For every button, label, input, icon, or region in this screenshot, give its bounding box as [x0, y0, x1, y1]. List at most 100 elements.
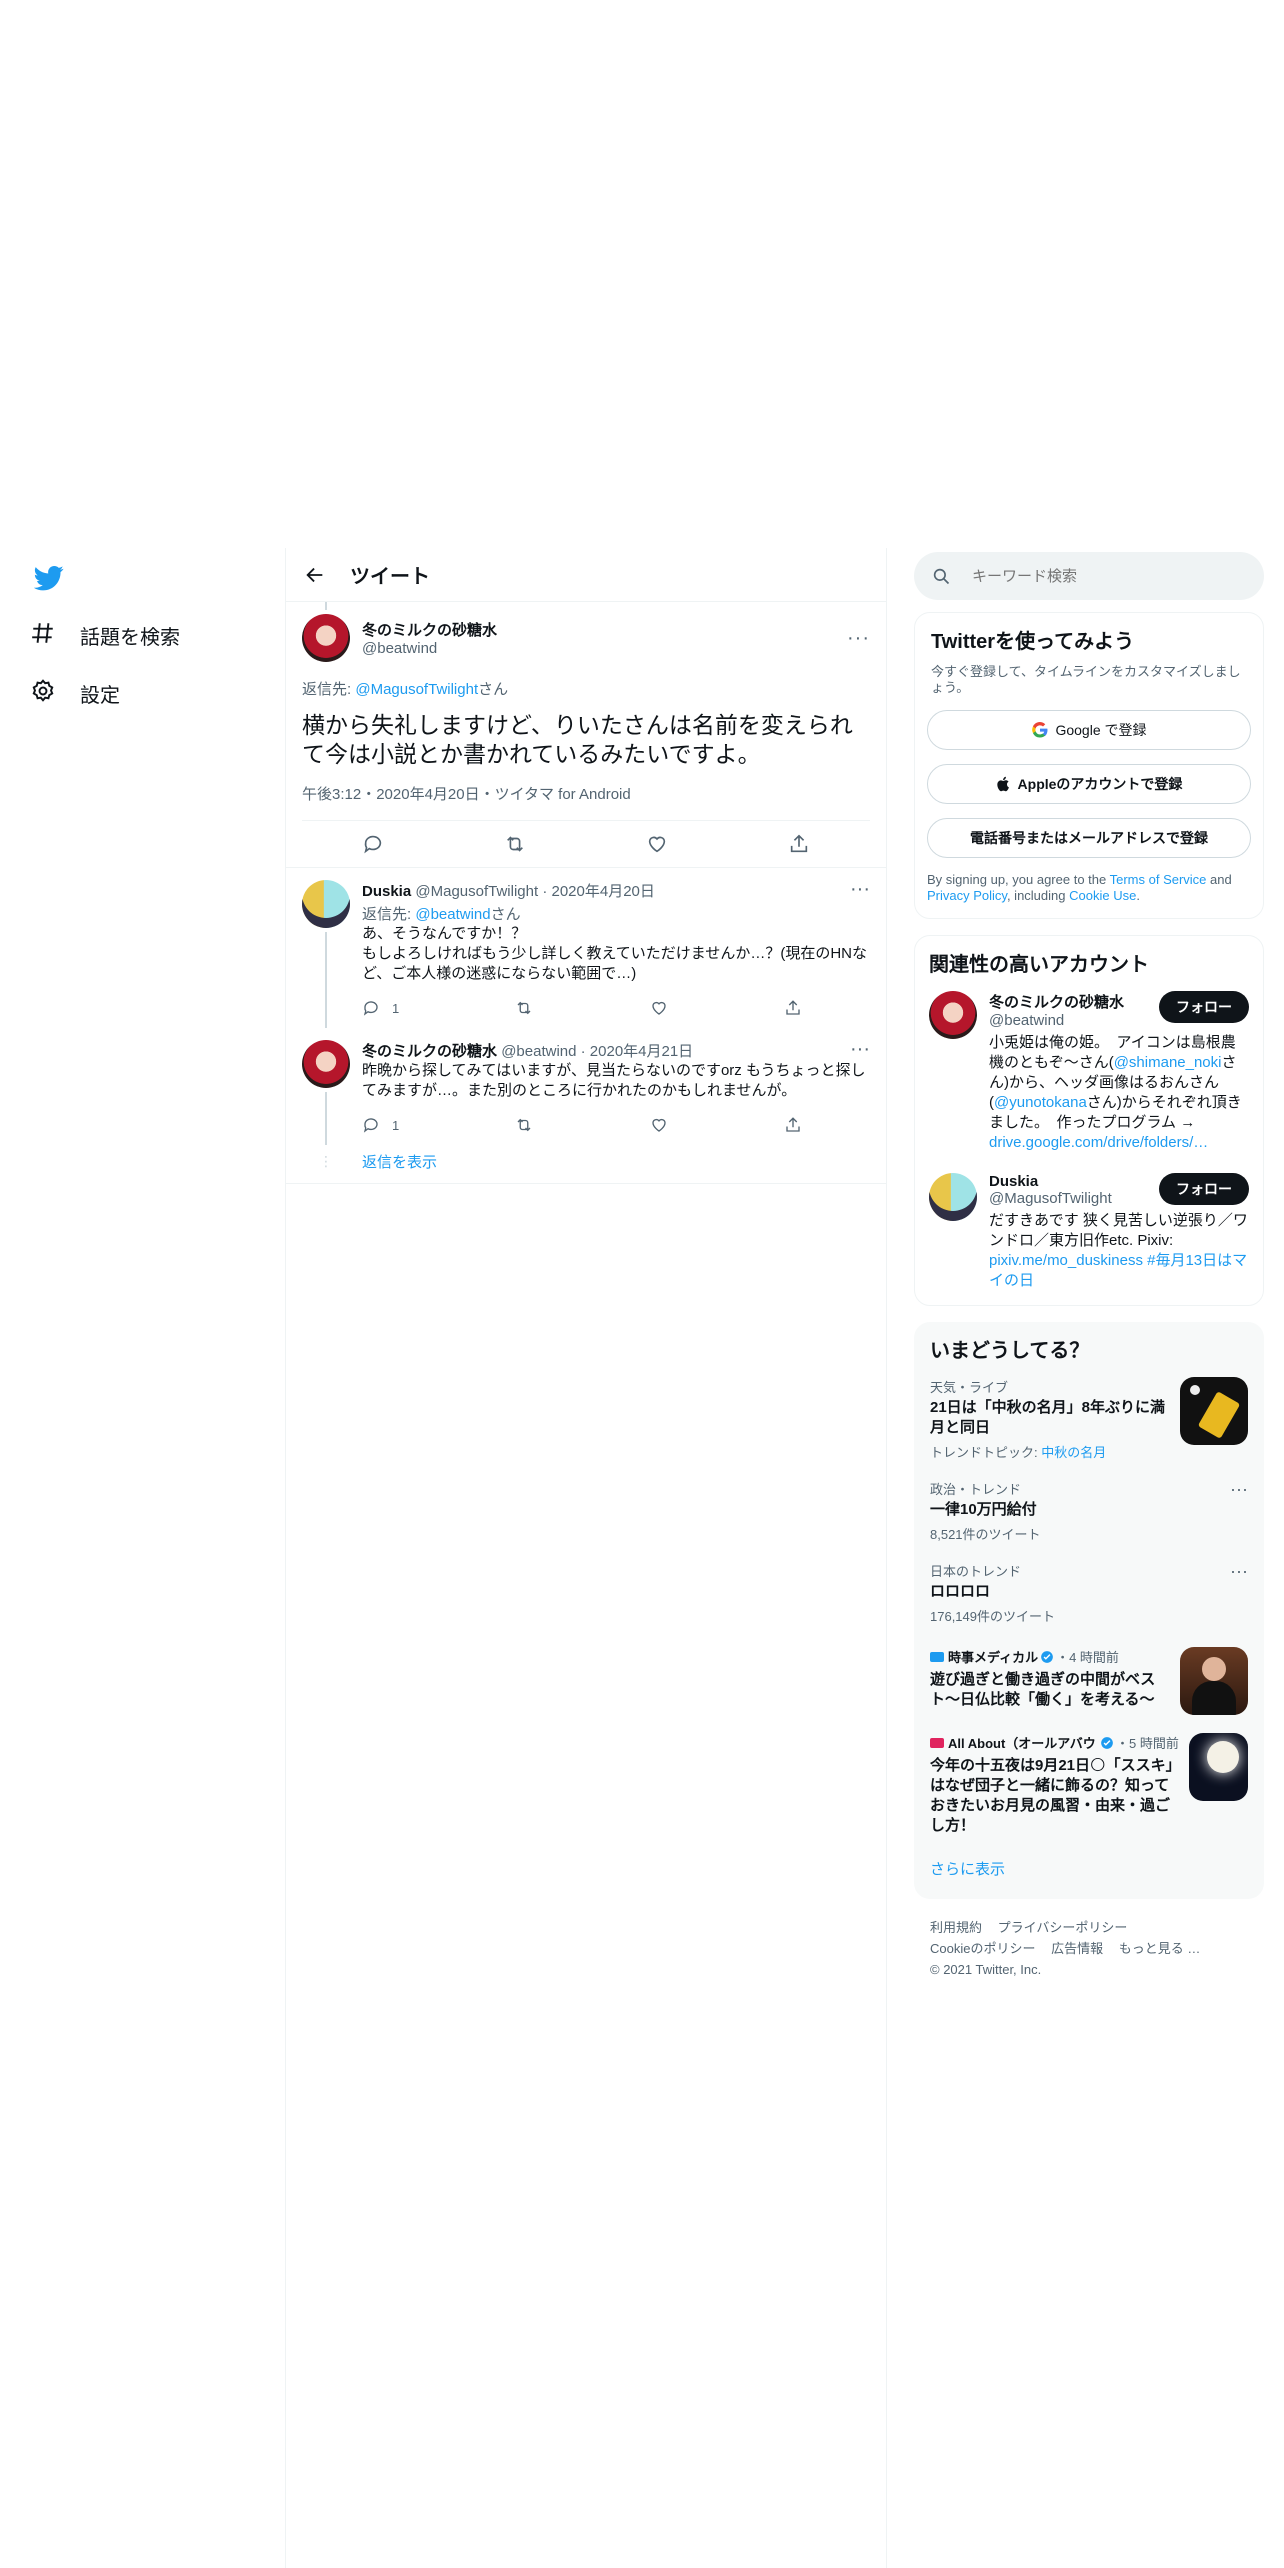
verified-icon [1040, 1650, 1054, 1664]
hashtag-icon [30, 620, 56, 651]
footer-link[interactable]: もっと見る … [1119, 1941, 1201, 1956]
search-input[interactable] [970, 566, 1234, 586]
trends-card: いまどうしてる？ 天気・ライブ 21日は「中秋の名月」8年ぶりに満月と同日 トレ… [914, 1322, 1264, 1899]
reply-author-name[interactable]: 冬のミルクの砂糖水 [362, 1043, 497, 1060]
privacy-link[interactable]: Privacy Policy [927, 888, 1007, 903]
news-thumbnail [1188, 1733, 1248, 1801]
show-replies[interactable]: ⋮ 返信を表示 [286, 1145, 886, 1177]
thread-dots-icon: ⋮ [319, 1153, 333, 1169]
like-icon[interactable] [646, 833, 668, 855]
footer-link[interactable]: 広告情報 [1051, 1941, 1103, 1956]
reply-handle-date[interactable]: @beatwind · 2020年4月21日 [501, 1043, 693, 1060]
follow-button[interactable]: フォロー [1159, 1173, 1249, 1205]
main-column: ツイート 冬のミルクの砂糖水 @beatwind ··· 返信先: @Magus… [285, 548, 887, 2568]
google-signup-button[interactable]: Google で登録 [927, 710, 1251, 750]
twitter-logo-icon[interactable] [30, 556, 270, 600]
main-tweet: 冬のミルクの砂糖水 @beatwind ··· 返信先: @MagusofTwi… [286, 602, 886, 867]
tos-link[interactable]: Terms of Service [1110, 872, 1207, 887]
author-name[interactable]: 冬のミルクの砂糖水 [362, 619, 847, 640]
trend-item[interactable]: 天気・ライブ 21日は「中秋の名月」8年ぶりに満月と同日 トレンドトピック: 中… [914, 1377, 1264, 1473]
reply-to-link[interactable]: @beatwind [415, 906, 490, 923]
footer-link[interactable]: 利用規約 [930, 1920, 982, 1935]
trends-title: いまどうしてる？ [930, 1340, 1090, 1362]
reply-tweet[interactable]: Duskia @MagusofTwilight · 2020年4月20日 返信先… [286, 868, 886, 1028]
avatar[interactable] [302, 880, 350, 928]
news-item[interactable]: All About（オールアバウト） ・5 時間前 今年の十五夜は9月21日🌕「… [914, 1727, 1264, 1848]
tweet-text: 横から失礼しますけど、りいたさんは名前を変えられて今は小説とか書かれているみたい… [302, 712, 853, 767]
nav-explore[interactable]: 話題を検索 [30, 606, 270, 664]
share-icon[interactable] [788, 833, 810, 855]
reply-handle-date[interactable]: @MagusofTwilight · 2020年4月20日 [415, 883, 655, 900]
news-thumbnail [1180, 1647, 1248, 1715]
follow-button[interactable]: フォロー [1159, 991, 1249, 1023]
related-account[interactable]: Duskia @MagusofTwilight フォロー だすきあです 狭く見苦… [929, 1173, 1249, 1291]
reply-to-link[interactable]: @MagusofTwilight [355, 681, 478, 698]
more-icon[interactable]: ··· [1230, 1479, 1248, 1543]
reply-actions: 1 [362, 996, 802, 1020]
footer: 利用規約 プライバシーポリシー Cookieのポリシー 広告情報 もっと見る …… [914, 1899, 1264, 1998]
nav-settings-label: 設定 [80, 684, 120, 707]
share-icon[interactable] [784, 1116, 802, 1134]
signup-card: Twitterを使ってみよう 今すぐ登録して、タイムラインをカスタマイズしましょ… [914, 612, 1264, 919]
footer-link[interactable]: プライバシーポリシー [998, 1920, 1128, 1935]
reply-context: 返信先: @beatwindさん [362, 906, 521, 923]
avatar[interactable] [929, 991, 977, 1039]
author-handle[interactable]: @beatwind [362, 640, 847, 657]
trend-thumbnail [1180, 1377, 1248, 1445]
related-accounts-card: 関連性の高いアカウント 冬のミルクの砂糖水 @beatwind フォロー 小兎姫… [914, 935, 1264, 1306]
phone-signup-button[interactable]: 電話番号またはメールアドレスで登録 [927, 818, 1251, 858]
retweet-icon[interactable] [515, 1116, 533, 1134]
reply-tweet[interactable]: 冬のミルクの砂糖水 @beatwind · 2020年4月21日 昨晩から探して… [286, 1028, 886, 1145]
account-bio: 小兎姫は俺の姫。 アイコンは島根農機のともぞ～さん(@shimane_nokiさ… [989, 1034, 1242, 1151]
nav-explore-label: 話題を検索 [80, 626, 180, 649]
signup-legal: By signing up, you agree to the Terms of… [927, 872, 1232, 903]
reply-author-name[interactable]: Duskia [362, 883, 411, 900]
search-box[interactable] [914, 552, 1264, 600]
right-sidebar: Twitterを使ってみよう 今すぐ登録して、タイムラインをカスタマイズしましょ… [914, 552, 1264, 1998]
gear-icon [30, 678, 56, 709]
apple-icon [996, 775, 1012, 793]
like-icon[interactable] [650, 1116, 668, 1134]
trend-item[interactable]: 日本のトレンド ロロロロ 176,149件のツイート ··· [914, 1555, 1264, 1637]
reply-icon[interactable]: 1 [362, 1116, 399, 1134]
cookie-link[interactable]: Cookie Use [1069, 888, 1136, 903]
news-item[interactable]: 時事メディカル ・4 時間前 遊び過ぎと働き過ぎの中間がベスト～日仏比較「働く」… [914, 1637, 1264, 1727]
back-arrow-icon[interactable] [304, 564, 326, 586]
page-title: ツイート [350, 566, 430, 588]
reply-actions: 1 [362, 1113, 802, 1137]
like-icon[interactable] [650, 999, 668, 1017]
tweet-actions [302, 821, 870, 867]
avatar[interactable] [302, 1040, 350, 1088]
share-icon[interactable] [784, 999, 802, 1017]
verified-icon [1100, 1736, 1114, 1750]
reply-context: 返信先: @MagusofTwilightさん [302, 681, 509, 698]
tweet-header: ツイート [286, 548, 886, 602]
copyright: © 2021 Twitter, Inc. [930, 1962, 1042, 1977]
source-logo-icon [930, 1651, 944, 1662]
more-icon[interactable]: ··· [847, 627, 870, 650]
reply-icon[interactable]: 1 [362, 999, 399, 1017]
more-icon[interactable]: ··· [1230, 1561, 1248, 1625]
related-account[interactable]: 冬のミルクの砂糖水 @beatwind フォロー 小兎姫は俺の姫。 アイコンは島… [929, 991, 1249, 1153]
reply-text: 昨晩から探してみてはいますが、見当たらないのですorz もうちょっと探してみます… [362, 1062, 866, 1099]
related-title: 関連性の高いアカウント [929, 954, 1149, 976]
trend-item[interactable]: 政治・トレンド 一律10万円給付 8,521件のツイート ··· [914, 1473, 1264, 1555]
retweet-icon[interactable] [515, 999, 533, 1017]
nav-settings[interactable]: 設定 [30, 664, 270, 722]
reply-text: あ、そうなんですか！？ もしよろしければもう少し詳しく教えていただけませんか…？… [362, 925, 868, 982]
more-icon[interactable]: ··· [850, 1038, 870, 1061]
retweet-icon[interactable] [504, 833, 526, 855]
footer-link[interactable]: Cookieのポリシー [930, 1941, 1035, 1956]
avatar[interactable] [929, 1173, 977, 1221]
tweet-meta[interactable]: 午後3:12・2020年4月20日・ツイタマ for Android [302, 783, 870, 804]
account-bio: だすきあです 狭く見苦しい逆張り／ワンドロ／東方旧作etc. Pixiv: pi… [989, 1212, 1248, 1289]
trends-show-more[interactable]: さらに表示 [914, 1848, 1264, 1891]
signup-subtitle: 今すぐ登録して、タイムラインをカスタマイズしましょう。 [931, 664, 1241, 695]
avatar[interactable] [302, 614, 350, 662]
more-icon[interactable]: ··· [850, 878, 870, 901]
reply-icon[interactable] [362, 833, 384, 855]
search-icon [932, 567, 950, 585]
left-nav: 話題を検索 設定 [30, 556, 270, 722]
source-logo-icon [930, 1737, 944, 1748]
apple-signup-button[interactable]: Appleのアカウントで登録 [927, 764, 1251, 804]
